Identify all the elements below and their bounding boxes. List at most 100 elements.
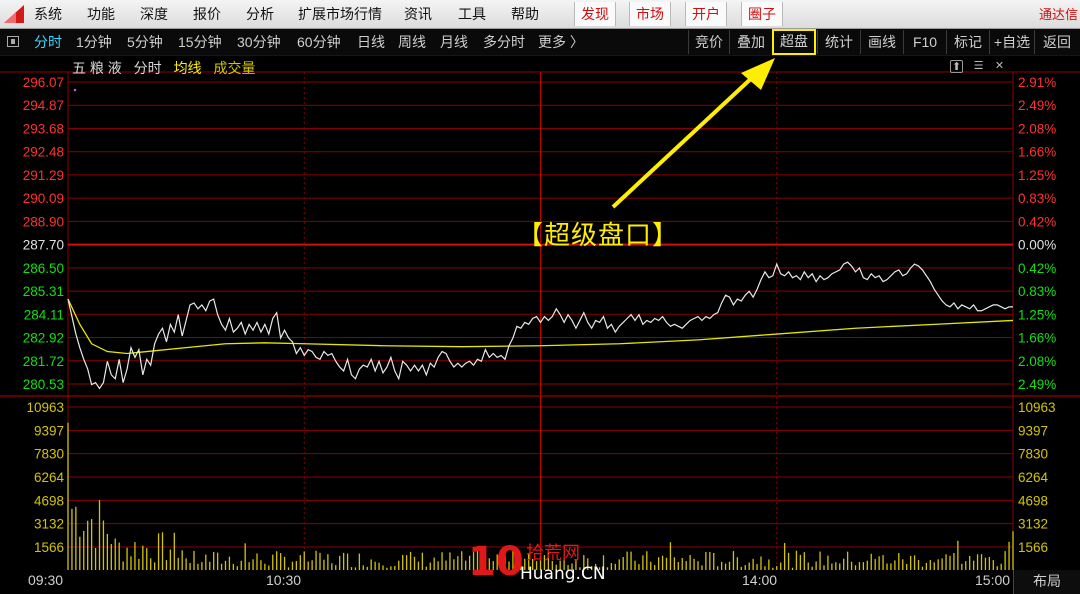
volume-tick-label: 3132 <box>1018 517 1048 532</box>
annotation-label: 【超级盘口】 <box>517 221 680 251</box>
view-label: 分时 <box>133 60 162 76</box>
menu-open-account[interactable]: 开户 <box>685 2 727 26</box>
menu-help[interactable]: 帮助 <box>511 0 539 29</box>
annotation-arrow <box>611 58 775 209</box>
pct-tick-label: 1.25% <box>1018 168 1056 183</box>
call-auction-button[interactable]: 竞价 <box>688 30 729 54</box>
menu-news[interactable]: 资讯 <box>404 0 432 29</box>
pct-tick-label: 0.42% <box>1018 214 1056 229</box>
overlay-button[interactable]: 叠加 <box>729 30 772 54</box>
tab-period-60min[interactable]: 60分钟 <box>297 29 341 55</box>
volume-tick-label: 6264 <box>34 470 65 485</box>
menu-discover[interactable]: 发现 <box>574 2 616 26</box>
f10-button[interactable]: F10 <box>903 30 946 54</box>
volume-tick-label: 1566 <box>34 540 64 555</box>
price-tick-label: 294.87 <box>23 98 64 113</box>
price-tick-label: 293.68 <box>23 121 64 136</box>
pct-tick-label: 0.83% <box>1018 284 1056 299</box>
pct-tick-label: 0.00% <box>1018 238 1056 253</box>
pct-tick-label: 2.08% <box>1018 121 1056 136</box>
volume-tick-label: 1566 <box>1018 540 1048 555</box>
tab-period-30min[interactable]: 30分钟 <box>237 29 281 55</box>
price-tick-label: 288.90 <box>23 214 64 229</box>
price-tick-label: 285.31 <box>23 284 64 299</box>
time-label: 10:30 <box>266 572 302 588</box>
panel-toggle-icon[interactable] <box>7 36 19 47</box>
tab-period-1min[interactable]: 1分钟 <box>76 29 112 55</box>
volume-tick-label: 10963 <box>26 400 64 415</box>
pct-tick-label: 2.08% <box>1018 354 1056 369</box>
tab-period-multi-intraday[interactable]: 多分时 <box>483 29 525 55</box>
menu-bar: 系统 功能 深度 报价 分析 扩展市场行情 资讯 工具 帮助 发现 市场 开户 … <box>0 0 1080 29</box>
menu-circle[interactable]: 圈子 <box>741 2 783 26</box>
menu-extended-market[interactable]: 扩展市场行情 <box>298 0 382 29</box>
menu-lines-icon[interactable]: ☰ <box>972 60 985 73</box>
pct-tick-label: 0.42% <box>1018 261 1056 276</box>
layout-button[interactable]: 布局 <box>1013 570 1080 594</box>
tab-period-weekly[interactable]: 周线 <box>398 29 426 55</box>
stock-name: 五 粮 液 <box>72 60 122 76</box>
volume-legend: 成交量 <box>213 60 256 76</box>
volume-tick-label: 7830 <box>34 447 64 462</box>
avg-line-legend: 均线 <box>173 60 202 76</box>
svg-text:拾荒网: 拾荒网 <box>526 543 580 564</box>
pct-tick-label: 2.49% <box>1018 98 1056 113</box>
event-marker <box>73 88 77 92</box>
right-axis: 2.91% 2.49% 2.08% 1.66% 1.25% 0.83% 0.42% 0.00%… <box>1018 75 1056 555</box>
price-tick-label: 281.72 <box>23 354 64 369</box>
price-tick-label: 282.92 <box>23 331 64 346</box>
back-button[interactable]: 返回 <box>1034 30 1079 54</box>
tab-period-intraday[interactable]: 分时 <box>34 29 62 55</box>
volume-tick-label: 6264 <box>1018 470 1049 485</box>
pct-tick-label: 2.91% <box>1018 75 1056 90</box>
price-tick-label: 284.11 <box>24 307 64 322</box>
price-tick-label: 296.07 <box>23 75 64 90</box>
tab-period-15min[interactable]: 15分钟 <box>178 29 222 55</box>
price-tick-label: 290.09 <box>23 191 64 206</box>
svg-text:10: 10 <box>468 539 524 585</box>
svg-text:Huang.CN: Huang.CN <box>520 564 606 584</box>
menu-market[interactable]: 市场 <box>629 2 671 26</box>
pct-tick-label: 1.25% <box>1018 307 1056 322</box>
volume-tick-label: 4698 <box>1018 493 1048 508</box>
mark-button[interactable]: 标记 <box>946 30 989 54</box>
volume-tick-label: 4698 <box>34 493 64 508</box>
tab-period-monthly[interactable]: 月线 <box>440 29 468 55</box>
time-label: 15:00 <box>975 572 1011 588</box>
expand-icon[interactable]: ⬆ <box>950 60 963 73</box>
volume-tick-label: 7830 <box>1018 447 1048 462</box>
close-icon[interactable]: ✕ <box>993 60 1006 73</box>
tab-period-daily[interactable]: 日线 <box>357 29 385 55</box>
pct-tick-label: 1.66% <box>1018 331 1056 346</box>
menu-system[interactable]: 系统 <box>34 0 62 29</box>
tab-period-5min[interactable]: 5分钟 <box>127 29 163 55</box>
time-label: 14:00 <box>742 572 778 588</box>
tab-period-more[interactable]: 更多 〉 <box>538 29 584 55</box>
price-tick-label: 287.70 <box>23 238 64 253</box>
period-toolbar: 分时 1分钟 5分钟 15分钟 30分钟 60分钟 日线 周线 月线 多分时 更… <box>0 29 1080 56</box>
app-logo-icon <box>4 5 24 23</box>
volume-tick-label: 3132 <box>34 517 64 532</box>
watermark-logo-icon: 10 拾荒网 Huang.CN <box>468 539 606 585</box>
time-label: 09:30 <box>28 572 64 588</box>
intraday-chart[interactable]: 296.07 294.87 293.68 292.48 291.29 290.09 288.… <box>0 56 1080 570</box>
draw-line-button[interactable]: 画线 <box>860 30 903 54</box>
price-tick-label: 291.29 <box>23 168 64 183</box>
menu-function[interactable]: 功能 <box>87 0 115 29</box>
pct-tick-label: 0.83% <box>1018 191 1056 206</box>
brand-name: 通达信 <box>1038 7 1078 22</box>
chart-header: 五 粮 液 分时 均线 成交量 <box>72 58 263 78</box>
price-tick-label: 286.50 <box>23 261 64 276</box>
add-watchlist-button[interactable]: +自选 <box>989 30 1034 54</box>
menu-depth[interactable]: 深度 <box>140 0 168 29</box>
volume-tick-label: 10963 <box>1018 400 1056 415</box>
volume-tick-label: 9397 <box>1018 423 1048 438</box>
menu-analysis[interactable]: 分析 <box>246 0 274 29</box>
left-axis: 296.07 294.87 293.68 292.48 291.29 290.09 288.… <box>23 75 65 555</box>
statistics-button[interactable]: 统计 <box>817 30 860 54</box>
menu-quote[interactable]: 报价 <box>193 0 221 29</box>
price-tick-label: 280.53 <box>23 377 64 392</box>
volume-tick-label: 9397 <box>34 423 64 438</box>
super-order-book-button[interactable]: 超盘 <box>772 29 816 55</box>
menu-tools[interactable]: 工具 <box>458 0 486 29</box>
